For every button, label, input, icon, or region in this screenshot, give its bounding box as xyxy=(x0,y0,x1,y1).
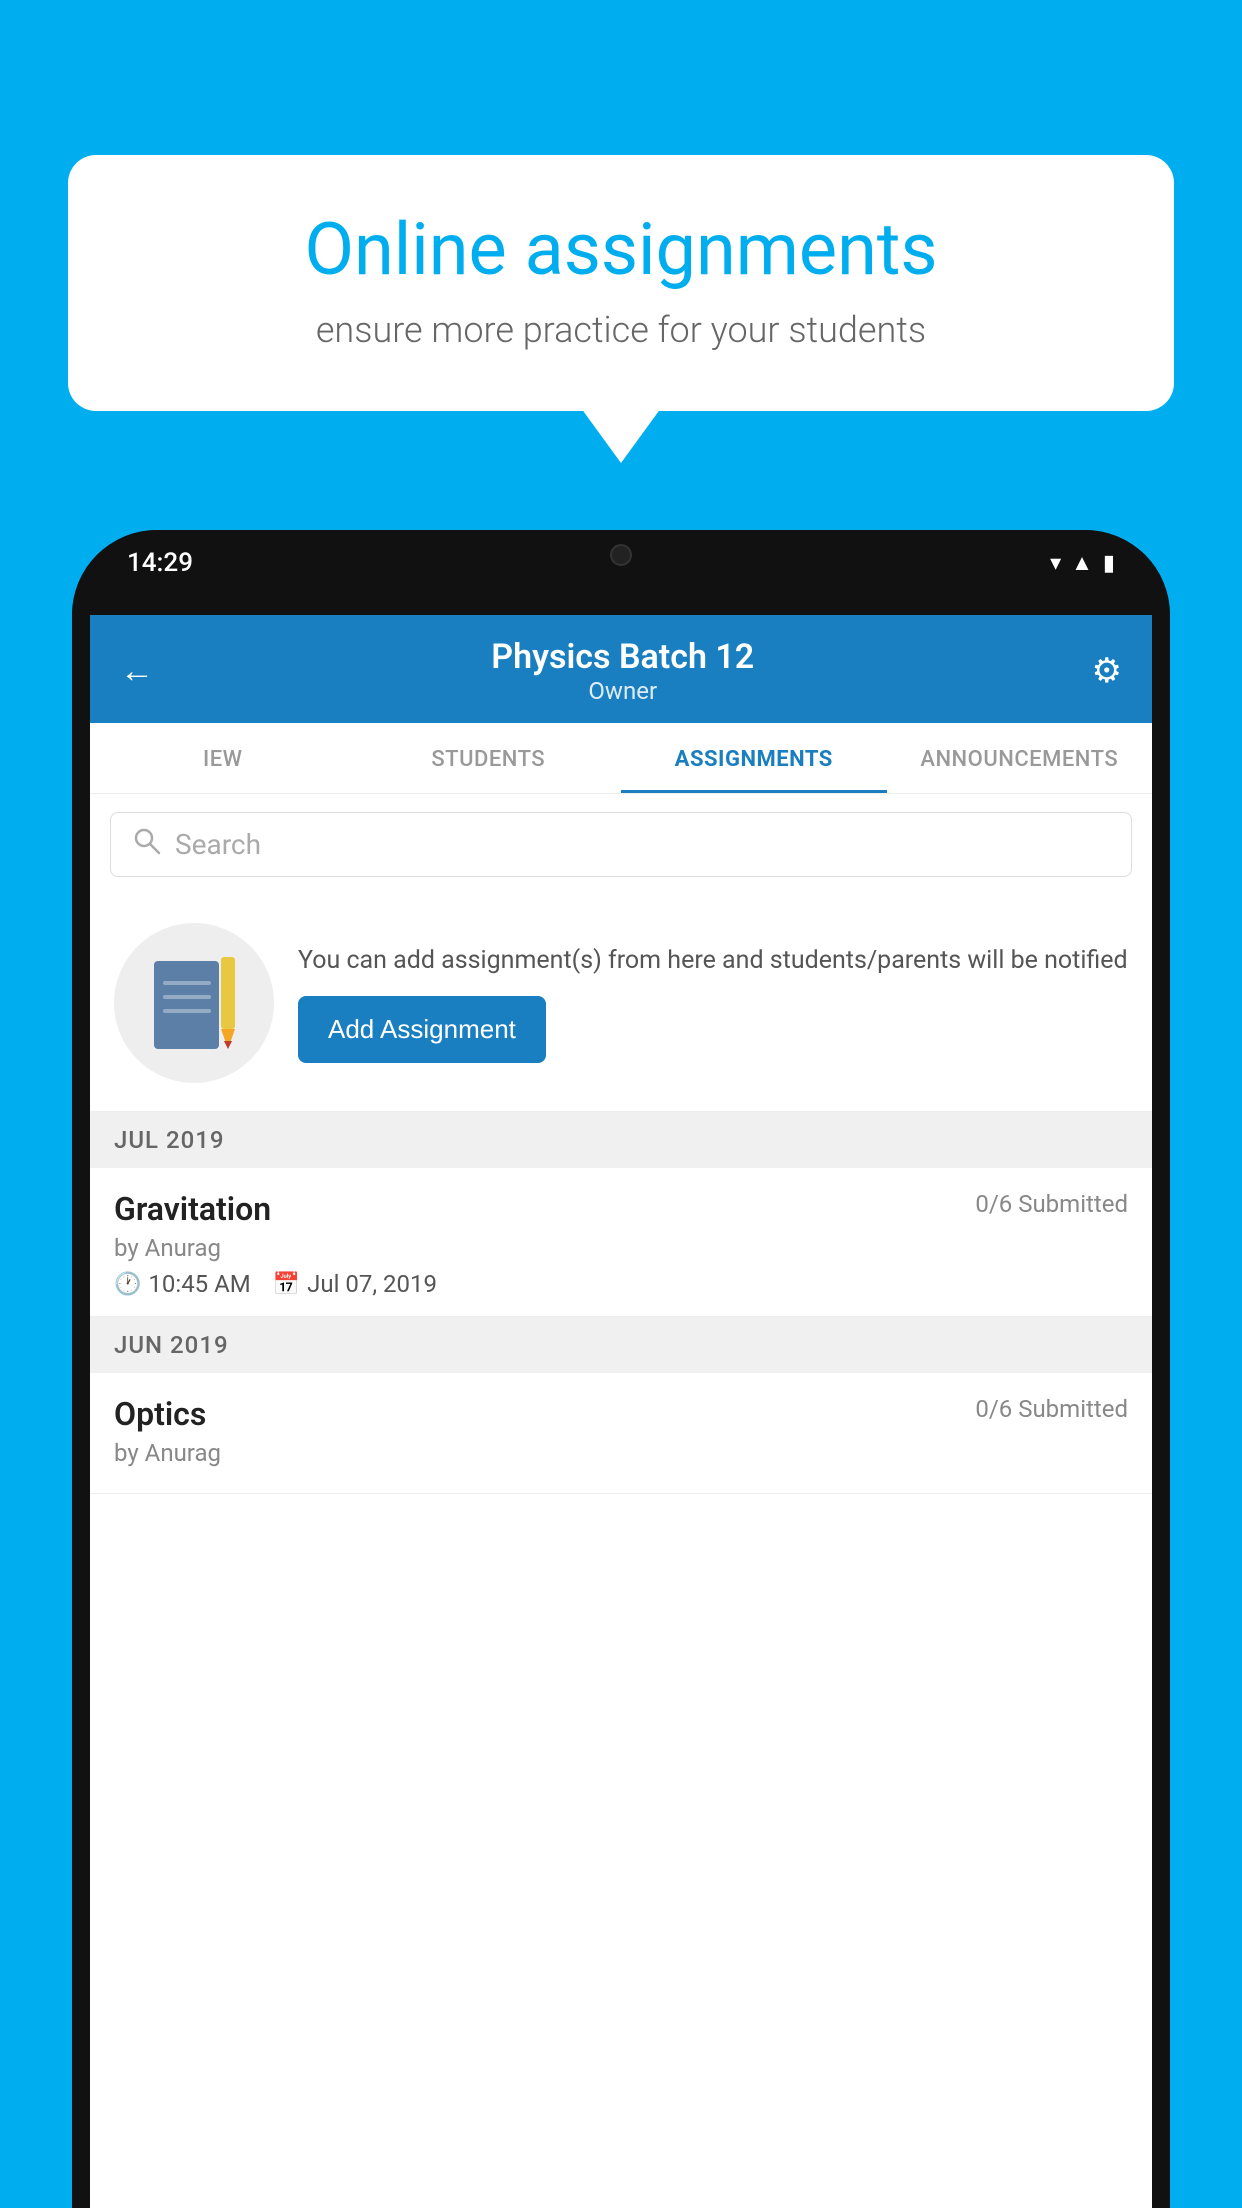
add-assignment-promo: You can add assignment(s) from here and … xyxy=(90,895,1152,1112)
speech-bubble-title: Online assignments xyxy=(128,210,1114,289)
assignment-row-top: Gravitation 0/6 Submitted xyxy=(114,1190,1128,1228)
phone-notch xyxy=(541,530,701,582)
assignment-date: 📅 Jul 07, 2019 xyxy=(273,1270,437,1298)
screen-content: Search xyxy=(90,794,1152,2208)
tab-students[interactable]: STUDENTS xyxy=(356,723,622,793)
signal-icon: ▲ xyxy=(1071,550,1093,576)
camera xyxy=(610,544,632,566)
phone-frame: 14:29 ▾ ▲ ▮ ← Physics Batch 12 Owner ⚙ I… xyxy=(72,530,1170,2208)
calendar-icon: 📅 xyxy=(273,1272,300,1297)
assignment-item-gravitation[interactable]: Gravitation 0/6 Submitted by Anurag 🕐 10… xyxy=(90,1168,1152,1317)
back-button[interactable]: ← xyxy=(120,651,154,691)
assignment-row-top-optics: Optics 0/6 Submitted xyxy=(114,1395,1128,1433)
assignment-date-value: Jul 07, 2019 xyxy=(307,1270,437,1298)
search-bar[interactable]: Search xyxy=(110,812,1132,877)
assignment-time-value: 10:45 AM xyxy=(148,1270,250,1298)
promo-icon-circle xyxy=(114,923,274,1083)
header-title-area: Physics Batch 12 Owner xyxy=(154,637,1092,705)
speech-bubble-container: Online assignments ensure more practice … xyxy=(68,155,1174,411)
assignment-time: 🕐 10:45 AM xyxy=(114,1270,251,1298)
tab-announcements[interactable]: ANNOUNCEMENTS xyxy=(887,723,1153,793)
speech-bubble: Online assignments ensure more practice … xyxy=(68,155,1174,411)
search-placeholder[interactable]: Search xyxy=(175,828,261,861)
assignment-name-optics: Optics xyxy=(114,1395,206,1433)
assignment-author-optics: by Anurag xyxy=(114,1439,1128,1467)
clock-icon: 🕐 xyxy=(114,1272,141,1297)
batch-title: Physics Batch 12 xyxy=(154,637,1092,677)
notebook-pencil-icon xyxy=(149,953,239,1053)
wifi-icon: ▾ xyxy=(1050,551,1061,576)
promo-text-area: You can add assignment(s) from here and … xyxy=(298,943,1128,1063)
assignment-submitted-gravitation: 0/6 Submitted xyxy=(975,1190,1128,1218)
status-icons: ▾ ▲ ▮ xyxy=(1050,550,1115,576)
tab-iew[interactable]: IEW xyxy=(90,723,356,793)
settings-icon[interactable]: ⚙ xyxy=(1092,651,1122,691)
month-header-jun: JUN 2019 xyxy=(90,1317,1152,1373)
phone-screen: ← Physics Batch 12 Owner ⚙ IEW STUDENTS … xyxy=(90,615,1152,2208)
tab-assignments[interactable]: ASSIGNMENTS xyxy=(621,723,887,793)
assignment-author-gravitation: by Anurag xyxy=(114,1234,1128,1262)
search-icon xyxy=(133,827,161,862)
assignment-name-gravitation: Gravitation xyxy=(114,1190,271,1228)
month-header-jul: JUL 2019 xyxy=(90,1112,1152,1168)
assignment-item-optics[interactable]: Optics 0/6 Submitted by Anurag xyxy=(90,1373,1152,1494)
tabs-bar: IEW STUDENTS ASSIGNMENTS ANNOUNCEMENTS xyxy=(90,723,1152,794)
status-time: 14:29 xyxy=(127,548,193,578)
assignment-submitted-optics: 0/6 Submitted xyxy=(975,1395,1128,1423)
battery-icon: ▮ xyxy=(1103,551,1115,576)
speech-bubble-subtitle: ensure more practice for your students xyxy=(128,309,1114,351)
search-bar-wrap: Search xyxy=(90,794,1152,895)
phone-notch-area: 14:29 ▾ ▲ ▮ xyxy=(72,530,1170,615)
assignment-meta-gravitation: 🕐 10:45 AM 📅 Jul 07, 2019 xyxy=(114,1270,1128,1298)
app-header: ← Physics Batch 12 Owner ⚙ xyxy=(90,615,1152,723)
add-assignment-button[interactable]: Add Assignment xyxy=(298,996,546,1063)
batch-role: Owner xyxy=(154,677,1092,705)
promo-description: You can add assignment(s) from here and … xyxy=(298,943,1128,978)
